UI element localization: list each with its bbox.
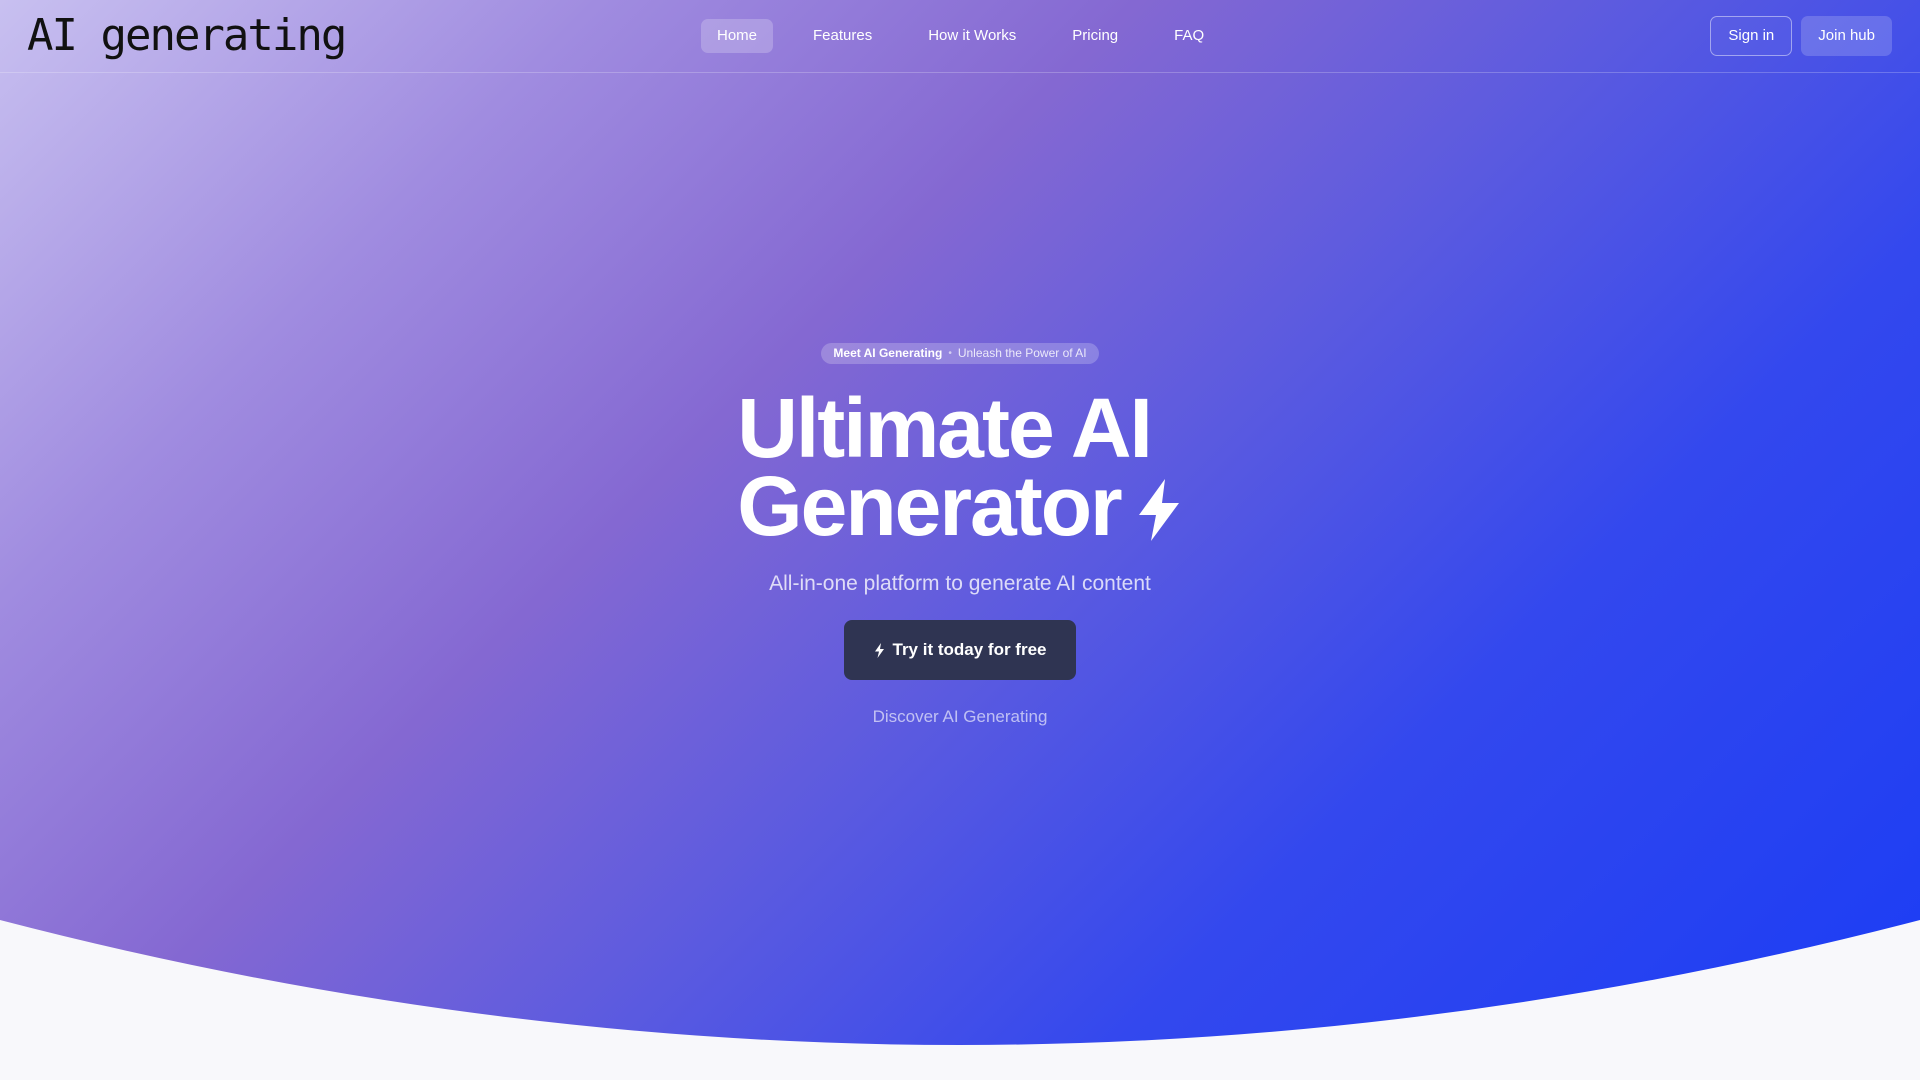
announcement-badge[interactable]: Meet AI Generating • Unleash the Power o… — [821, 343, 1099, 364]
badge-title: Meet AI Generating — [833, 346, 943, 360]
auth-actions: Sign in Join hub — [1710, 16, 1892, 56]
sign-in-button[interactable]: Sign in — [1710, 16, 1793, 56]
lightning-bolt-icon — [1138, 479, 1179, 541]
brand-logo[interactable]: AI generating — [27, 10, 347, 62]
badge-text: Unleash the Power of AI — [957, 346, 1087, 360]
headline-line-2-wrap: Generator — [737, 464, 1182, 548]
try-free-label: Try it today for free — [892, 640, 1047, 659]
try-free-button[interactable]: Try it today for free — [843, 620, 1077, 680]
main-nav: Home Features How it Works Pricing FAQ — [701, 19, 1244, 53]
nav-home[interactable]: Home — [701, 19, 774, 53]
nav-how-it-works[interactable]: How it Works — [912, 19, 1032, 53]
headline-line-2: Generator — [737, 459, 1122, 553]
hero-subtitle: All-in-one platform to generate AI conte… — [769, 572, 1151, 595]
hero-bottom-curve — [0, 920, 1920, 1080]
nav-pricing[interactable]: Pricing — [1056, 19, 1134, 53]
lightning-bolt-icon — [874, 642, 884, 658]
badge-separator: • — [948, 348, 952, 359]
nav-faq[interactable]: FAQ — [1158, 19, 1220, 53]
site-header: AI generating Home Features How it Works… — [0, 0, 1920, 73]
hero-headline: Ultimate AI Generator — [737, 381, 1182, 548]
discover-link[interactable]: Discover AI Generating — [873, 707, 1048, 727]
hero-content: Meet AI Generating • Unleash the Power o… — [0, 343, 1920, 727]
headline-line-1: Ultimate AI — [737, 381, 1153, 475]
join-hub-button[interactable]: Join hub — [1801, 16, 1892, 56]
nav-features[interactable]: Features — [797, 19, 888, 53]
